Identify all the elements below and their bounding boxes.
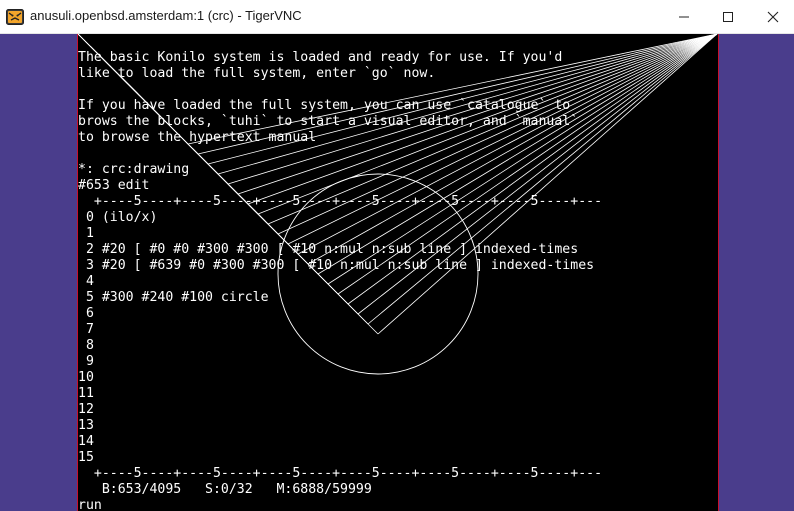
close-button[interactable]	[750, 0, 794, 34]
minimize-icon	[678, 8, 690, 27]
drawing-canvas	[77, 34, 718, 375]
fan-line-left	[77, 34, 189, 145]
fan-line-right	[347, 34, 718, 305]
fan-line-right	[227, 34, 718, 185]
fan-line-right	[237, 34, 718, 195]
minimize-button[interactable]	[661, 0, 707, 34]
fan-line-right	[247, 34, 718, 205]
fan-line-right	[217, 34, 718, 175]
fan-line-right	[377, 34, 718, 335]
window-title: anusuli.openbsd.amsterdam:1 (crc) - Tige…	[30, 8, 302, 23]
fan-line-right	[207, 34, 718, 165]
maximize-icon	[722, 8, 734, 27]
fan-line-right	[187, 34, 718, 145]
fan-line-right	[307, 34, 718, 265]
drawn-circle	[277, 173, 479, 375]
fan-line-right	[327, 34, 718, 285]
window-titlebar[interactable]: anusuli.openbsd.amsterdam:1 (crc) - Tige…	[0, 0, 794, 34]
close-icon	[767, 8, 779, 27]
maximize-button[interactable]	[705, 0, 751, 34]
tigervnc-tiger-icon	[6, 8, 24, 26]
vnc-framebuffer[interactable]: The basic Konilo system is loaded and re…	[77, 34, 719, 511]
fan-line-right	[277, 34, 718, 235]
fan-line-right	[317, 34, 718, 275]
fan-line-right	[357, 34, 718, 315]
fan-line-right	[267, 34, 718, 225]
fan-line-right	[297, 34, 718, 255]
